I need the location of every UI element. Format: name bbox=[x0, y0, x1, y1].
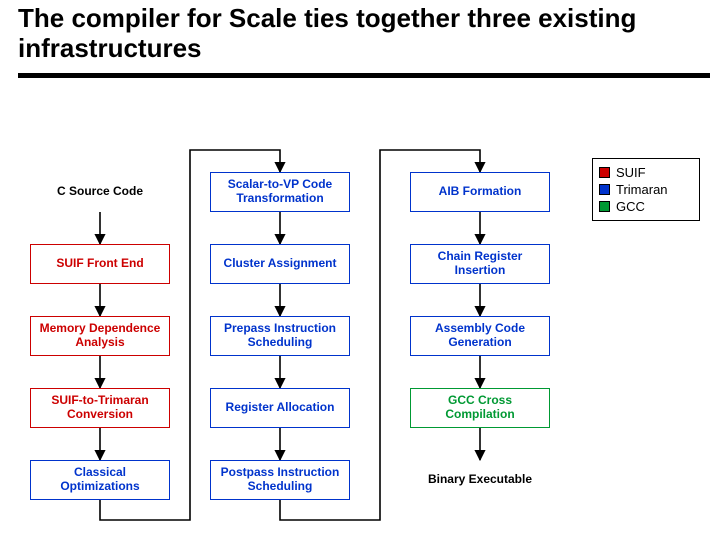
node-register-allocation: Register Allocation bbox=[210, 388, 350, 428]
node-classical-opts: Classical Optimizations bbox=[30, 460, 170, 500]
node-scalar-to-vp: Scalar-to-VP Code Transformation bbox=[210, 172, 350, 212]
node-gcc-cross-compile: GCC Cross Compilation bbox=[410, 388, 550, 428]
node-binary-executable: Binary Executable bbox=[410, 460, 550, 500]
node-aib-formation: AIB Formation bbox=[410, 172, 550, 212]
legend-label-suif: SUIF bbox=[616, 165, 646, 180]
legend-item-suif: SUIF bbox=[599, 165, 693, 180]
legend-item-trimaran: Trimaran bbox=[599, 182, 693, 197]
legend-label-gcc: GCC bbox=[616, 199, 645, 214]
legend: SUIF Trimaran GCC bbox=[592, 158, 700, 221]
legend-item-gcc: GCC bbox=[599, 199, 693, 214]
legend-swatch-suif bbox=[599, 167, 610, 178]
node-assembly-code-gen: Assembly Code Generation bbox=[410, 316, 550, 356]
legend-swatch-trimaran bbox=[599, 184, 610, 195]
legend-swatch-gcc bbox=[599, 201, 610, 212]
node-memory-dep-analysis: Memory Dependence Analysis bbox=[30, 316, 170, 356]
legend-label-trimaran: Trimaran bbox=[616, 182, 668, 197]
node-cluster-assignment: Cluster Assignment bbox=[210, 244, 350, 284]
node-chain-reg-insertion: Chain Register Insertion bbox=[410, 244, 550, 284]
node-suif-front-end: SUIF Front End bbox=[30, 244, 170, 284]
node-c-source-code: C Source Code bbox=[30, 172, 170, 212]
node-suif-to-trimaran: SUIF-to-Trimaran Conversion bbox=[30, 388, 170, 428]
slide-title: The compiler for Scale ties together thr… bbox=[18, 4, 710, 64]
node-postpass-scheduling: Postpass Instruction Scheduling bbox=[210, 460, 350, 500]
node-prepass-scheduling: Prepass Instruction Scheduling bbox=[210, 316, 350, 356]
title-underline bbox=[18, 73, 710, 78]
